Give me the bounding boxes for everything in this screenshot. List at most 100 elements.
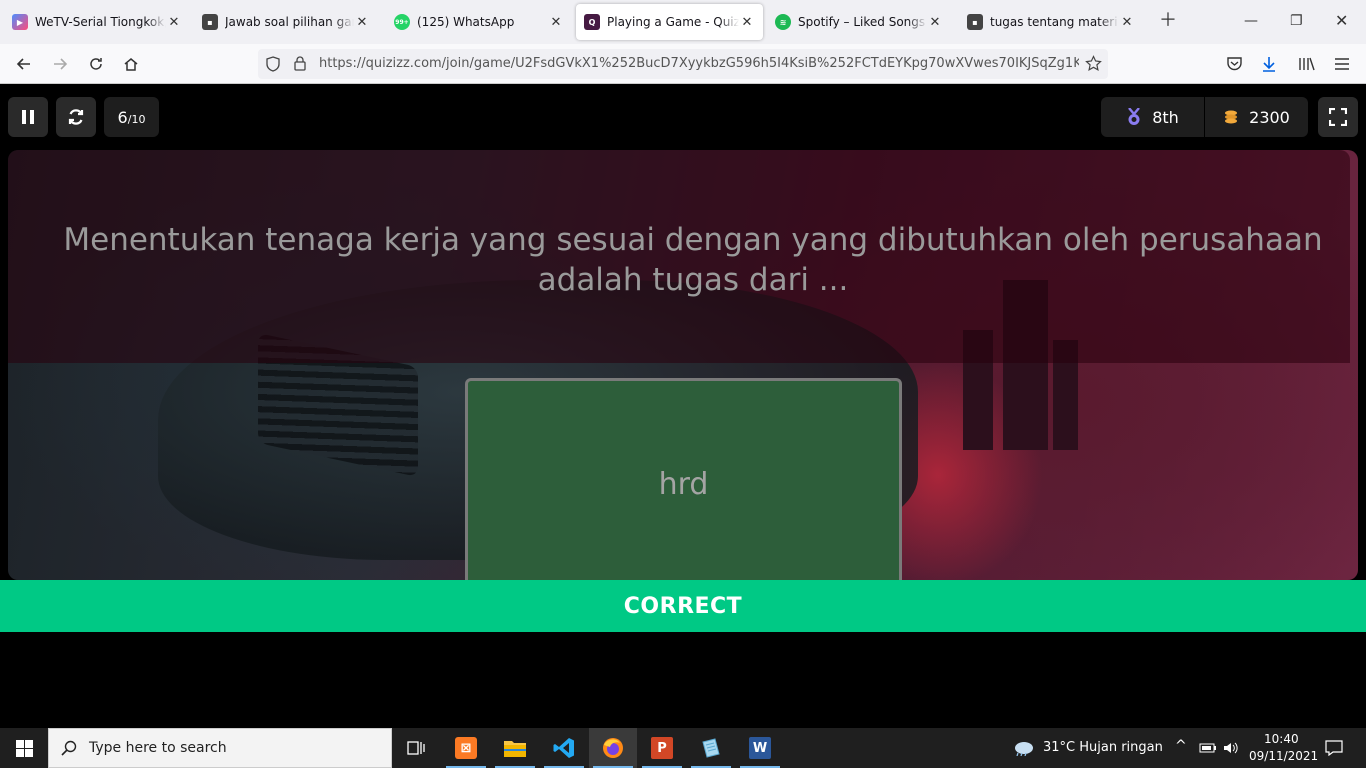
shield-icon[interactable] [265, 56, 281, 72]
restore-button[interactable]: ❐ [1290, 11, 1303, 31]
close-tab-icon[interactable]: ✕ [166, 15, 182, 30]
fullscreen-icon [1329, 108, 1347, 126]
tab-jawab[interactable]: ▪ Jawab soal pilihan ganda ✕ [194, 4, 378, 40]
task-view-button[interactable] [392, 728, 440, 768]
question-counter: 6/10 [104, 97, 159, 137]
result-banner: CORRECT [0, 580, 1366, 632]
menu-button[interactable] [1332, 54, 1352, 74]
back-arrow-icon [16, 58, 30, 70]
taskbar-search[interactable]: Type here to search [48, 728, 392, 768]
notepad-icon [702, 738, 720, 758]
downloads-button[interactable] [1259, 54, 1279, 74]
close-tab-icon[interactable]: ✕ [548, 15, 564, 30]
quiz-game-area: Menentukan tenaga kerja yang sesuai deng… [0, 85, 1366, 728]
tab-title: Jawab soal pilihan ganda [225, 15, 354, 29]
search-placeholder: Type here to search [89, 740, 227, 756]
pocket-button[interactable] [1224, 54, 1244, 74]
minimize-button[interactable]: — [1244, 11, 1258, 31]
question-text: Menentukan tenaga kerja yang sesuai deng… [63, 222, 1323, 298]
wetv-icon: ▶ [12, 14, 28, 30]
tab-title: Spotify – Liked Songs [798, 15, 926, 29]
start-button[interactable] [0, 728, 48, 768]
notification-icon[interactable] [1325, 740, 1343, 756]
quizizz-icon: Q [584, 14, 600, 30]
taskbar-firefox[interactable] [589, 728, 637, 768]
word-icon: W [749, 737, 771, 759]
tab-title: WeTV-Serial Tiongkok,Seri [35, 15, 166, 29]
url-text[interactable]: https://quizizz.com/join/game/U2FsdGVkX1… [319, 56, 1079, 71]
taskbar-xampp[interactable]: ⊠ [442, 728, 490, 768]
reload-button[interactable] [86, 54, 106, 74]
close-tab-icon[interactable]: ✕ [739, 15, 755, 30]
weather-text[interactable]: 31°C Hujan ringan [1043, 740, 1163, 755]
page-icon: ▪ [202, 14, 218, 30]
refresh-icon [68, 109, 84, 125]
taskbar-word[interactable]: W [736, 728, 784, 768]
library-button[interactable] [1296, 54, 1316, 74]
tab-whatsapp[interactable]: 99+ (125) WhatsApp ✕ [386, 4, 572, 40]
clock-date[interactable]: 09/11/2021 [1249, 749, 1318, 763]
library-icon [1298, 57, 1315, 71]
close-tab-icon[interactable]: ✕ [927, 15, 943, 30]
battery-icon[interactable] [1199, 741, 1217, 755]
volume-icon[interactable] [1222, 740, 1238, 756]
fullscreen-button[interactable] [1318, 97, 1358, 137]
forward-button[interactable] [50, 54, 70, 74]
windows-logo-icon [15, 739, 33, 757]
star-icon[interactable] [1085, 55, 1102, 72]
pause-icon [22, 110, 34, 124]
whatsapp-icon: 99+ [394, 14, 410, 30]
nav-bar: https://quizizz.com/join/game/U2FsdGVkX1… [0, 44, 1366, 84]
spotify-icon: ≋ [775, 14, 791, 30]
rank-stat: 8th [1101, 97, 1204, 137]
player-stats: 8th 2300 [1101, 97, 1308, 137]
back-button[interactable] [14, 54, 34, 74]
close-tab-icon[interactable]: ✕ [354, 15, 370, 30]
powerpoint-icon: P [651, 737, 673, 759]
coins-value: 2300 [1249, 107, 1290, 127]
taskbar: Type here to search ⊠ P W 31°C Hujan rin… [0, 728, 1366, 768]
medal-icon [1128, 108, 1141, 125]
firefox-icon [603, 738, 623, 758]
vscode-icon [553, 738, 574, 758]
tab-spotify[interactable]: ≋ Spotify – Liked Songs ✕ [767, 4, 951, 40]
tab-title: tugas tentang materi Zak [990, 15, 1119, 29]
home-icon [124, 58, 138, 71]
taskbar-vscode[interactable] [540, 728, 588, 768]
folder-icon [504, 741, 526, 757]
task-view-icon [407, 741, 425, 755]
tab-wetv[interactable]: ▶ WeTV-Serial Tiongkok,Seri ✕ [4, 4, 190, 40]
taskbar-notepad[interactable] [687, 728, 735, 768]
home-button[interactable] [121, 54, 141, 74]
question-index: 6 [117, 107, 128, 127]
pocket-icon [1226, 57, 1242, 71]
coins-icon [1225, 110, 1238, 124]
tab-tugas[interactable]: ▪ tugas tentang materi Zak ✕ [959, 4, 1143, 40]
lock-icon[interactable] [292, 55, 308, 72]
reload-icon [90, 58, 102, 70]
new-tab-button[interactable]: ＋ [1159, 11, 1177, 31]
coins-stat: 2300 [1204, 97, 1308, 137]
xampp-icon: ⊠ [455, 737, 477, 759]
tab-strip: ▶ WeTV-Serial Tiongkok,Seri ✕ ▪ Jawab so… [0, 0, 1366, 44]
download-icon [1263, 57, 1275, 72]
question-panel: Menentukan tenaga kerja yang sesuai deng… [8, 150, 1350, 363]
tab-quizizz[interactable]: Q Playing a Game - Quizizz ✕ [576, 4, 763, 40]
taskbar-file-explorer[interactable] [491, 728, 539, 768]
result-text: CORRECT [623, 593, 743, 619]
answer-card[interactable]: hrd [465, 378, 902, 588]
rank-value: 8th [1152, 107, 1179, 127]
url-bar[interactable]: https://quizizz.com/join/game/U2FsdGVkX1… [258, 49, 1108, 79]
clock-time[interactable]: 10:40 [1264, 732, 1299, 746]
hamburger-menu-icon [1335, 58, 1349, 70]
chevron-up-icon[interactable]: ^ [1175, 738, 1187, 754]
pause-button[interactable] [8, 97, 48, 137]
close-window-button[interactable]: ✕ [1335, 11, 1348, 31]
taskbar-powerpoint[interactable]: P [638, 728, 686, 768]
page-icon: ▪ [967, 14, 983, 30]
forward-arrow-icon [54, 58, 68, 70]
reload-game-button[interactable] [56, 97, 96, 137]
close-tab-icon[interactable]: ✕ [1119, 15, 1135, 30]
weather-cloud-icon[interactable] [1012, 740, 1034, 756]
question-total: /10 [127, 112, 146, 126]
